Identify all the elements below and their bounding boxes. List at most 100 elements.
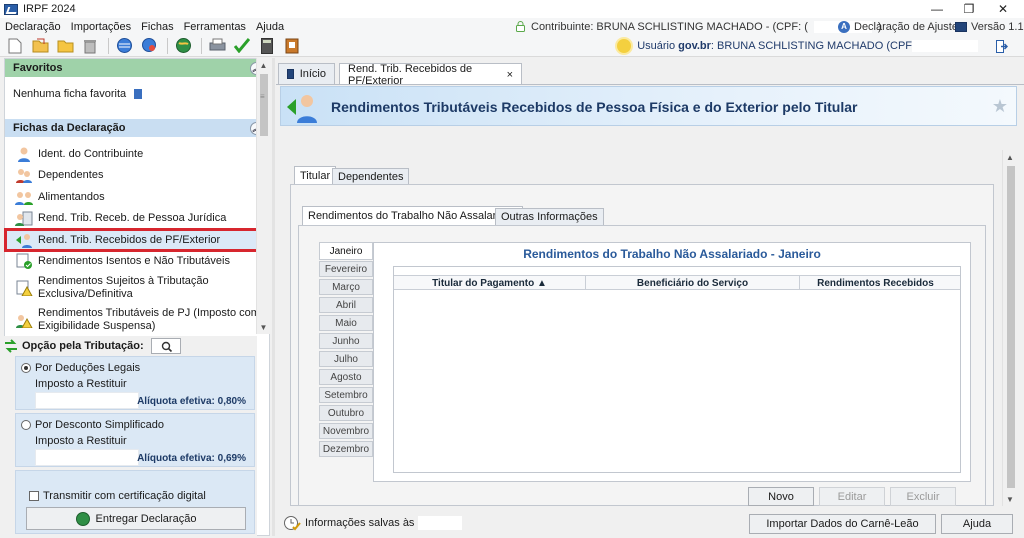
simplificado-radio-row[interactable]: Por Desconto Simplificado xyxy=(21,419,164,431)
minimize-button[interactable]: — xyxy=(920,0,954,18)
monitor-icon xyxy=(287,69,294,79)
scroll-down-icon[interactable]: ▼ xyxy=(257,320,270,334)
simplificado-radio[interactable] xyxy=(21,420,31,431)
month-marco[interactable]: Março xyxy=(319,279,373,295)
ficha-tributacao-exclusiva[interactable]: Rendimentos Sujeitos à Tributação Exclusi… xyxy=(5,272,269,304)
ficha-rend-pf-exterior[interactable]: Rend. Trib. Recebidos de PF/Exterior xyxy=(4,228,270,252)
favoritos-title: Favoritos xyxy=(13,62,63,74)
month-dezembro[interactable]: Dezembro xyxy=(319,441,373,457)
col-rendimentos[interactable]: Rendimentos Recebidos xyxy=(800,276,952,290)
usuario-name: : BRUNA SCHLISTING MACHADO (CPF xyxy=(710,40,912,52)
month-abril[interactable]: Abril xyxy=(319,297,373,313)
star-icon[interactable]: ★ xyxy=(992,96,1008,117)
page-title: Rendimentos Tributáveis Recebidos de Pes… xyxy=(331,99,858,115)
table-header: Titular do Pagamento ▲ Beneficiário do S… xyxy=(394,275,952,290)
ajuda-button[interactable]: Ajuda xyxy=(941,514,1013,534)
close-button[interactable]: ✕ xyxy=(986,0,1020,18)
month-setembro[interactable]: Setembro xyxy=(319,387,373,403)
versao-info[interactable]: Versão 1.1 xyxy=(955,18,1024,35)
dependents-icon xyxy=(16,169,32,184)
calculator-icon[interactable] xyxy=(256,36,278,56)
scroll-down-icon[interactable]: ▼ xyxy=(1003,492,1017,506)
tab-trabalho-nao-assalariado[interactable]: Rendimentos do Trabalho Não Assalariado xyxy=(302,206,524,225)
menu-importacoes[interactable]: Importações xyxy=(66,21,137,33)
logout-icon[interactable] xyxy=(996,39,1009,53)
globe-search-icon[interactable] xyxy=(138,36,160,56)
novo-button[interactable]: Novo xyxy=(748,487,814,506)
tab-rend-pf[interactable]: Rend. Trib. Recebidos de PF/Exterior × xyxy=(339,63,522,87)
ficha-alimentandos[interactable]: Alimentandos xyxy=(5,186,269,208)
clock-check-icon xyxy=(284,516,301,531)
maximize-button[interactable]: ❐ xyxy=(952,0,986,18)
tab-inicio[interactable]: Início xyxy=(278,63,335,84)
govbr-brand: gov.br xyxy=(678,40,711,52)
month-agosto[interactable]: Agosto xyxy=(319,369,373,385)
month-junho[interactable]: Junho xyxy=(319,333,373,349)
importar-carne-leao-button[interactable]: Importar Dados do Carnê-Leão xyxy=(749,514,936,534)
month-fevereiro[interactable]: Fevereiro xyxy=(319,261,373,277)
content-scrollbar[interactable]: ▲ ▼ xyxy=(1002,150,1017,506)
deducoes-legais-box[interactable]: Por Deduções Legais Imposto a Restituir … xyxy=(15,356,255,410)
tab-titular[interactable]: Titular xyxy=(294,166,337,184)
col-titular-pagamento[interactable]: Titular do Pagamento ▲ xyxy=(394,276,586,290)
menu-declaracao[interactable]: Declaração xyxy=(0,21,66,33)
fichas-header[interactable]: Fichas da Declaração ︽ xyxy=(5,119,269,137)
menu-ferramentas[interactable]: Ferramentas xyxy=(179,21,251,33)
splitter-grip: ≡ xyxy=(260,92,265,101)
rend-pf-icon xyxy=(287,95,317,123)
lock-icon xyxy=(516,21,525,32)
deducoes-radio[interactable] xyxy=(21,363,31,374)
search-button[interactable] xyxy=(150,338,181,354)
tab-outras-informacoes[interactable]: Outras Informações xyxy=(495,208,604,225)
scroll-up-icon[interactable]: ▲ xyxy=(257,58,270,72)
ficha-rend-pj[interactable]: Rend. Trib. Receb. de Pessoa Jurídica xyxy=(5,208,269,230)
scroll-thumb[interactable] xyxy=(1007,166,1015,488)
tab-close-icon[interactable]: × xyxy=(507,69,513,81)
globe-sync-icon[interactable] xyxy=(113,36,135,56)
ficha-exigibilidade-suspensa[interactable]: Rendimentos Tributáveis de PJ (Imposto c… xyxy=(5,304,269,336)
col-beneficiario[interactable]: Beneficiário do Serviço xyxy=(586,276,800,290)
folder-icon[interactable] xyxy=(54,36,76,56)
globe-transmit-icon xyxy=(75,511,90,526)
app-icon xyxy=(4,3,18,15)
globe-transmit-icon[interactable] xyxy=(172,36,194,56)
certificado-checkbox[interactable] xyxy=(29,491,39,501)
menu-ajuda[interactable]: Ajuda xyxy=(251,21,289,33)
certificado-row[interactable]: Transmitir com certificação digital xyxy=(29,490,206,502)
tributacao-header: Opção pela Tributação: xyxy=(4,338,181,354)
trash-icon[interactable] xyxy=(79,36,101,56)
book-icon[interactable] xyxy=(281,36,303,56)
check-icon[interactable] xyxy=(231,36,253,56)
desconto-simplificado-box[interactable]: Por Desconto Simplificado Imposto a Rest… xyxy=(15,413,255,467)
splitter[interactable] xyxy=(272,58,275,536)
deducoes-value-field xyxy=(35,392,139,409)
editar-button[interactable]: Editar xyxy=(819,487,885,506)
excluir-button[interactable]: Excluir xyxy=(890,487,956,506)
favoritos-header[interactable]: Favoritos ︽ xyxy=(5,59,269,77)
open-document-icon[interactable] xyxy=(29,36,51,56)
new-document-icon[interactable] xyxy=(4,36,26,56)
entregar-button[interactable]: Entregar Declaração xyxy=(26,507,246,530)
ficha-dependentes[interactable]: Dependentes xyxy=(5,165,269,187)
ficha-label: Ident. do Contribuinte xyxy=(38,147,144,160)
month-maio[interactable]: Maio xyxy=(319,315,373,331)
simplificado-aliquota: Alíquota efetiva: 0,69% xyxy=(137,453,246,464)
month-janeiro[interactable]: Janeiro xyxy=(319,242,373,260)
tab-underline xyxy=(276,84,1024,85)
status-info: Informações salvas às xyxy=(305,517,415,529)
month-julho[interactable]: Julho xyxy=(319,351,373,367)
month-outubro[interactable]: Outubro xyxy=(319,405,373,421)
menu-fichas[interactable]: Fichas xyxy=(136,21,178,33)
ficha-ident-contribuinte[interactable]: Ident. do Contribuinte xyxy=(5,143,269,165)
declaracao-ajuste[interactable]: A Declaração de Ajuste xyxy=(838,18,958,35)
month-panel: Rendimentos do Trabalho Não Assalariado … xyxy=(373,242,971,482)
month-novembro[interactable]: Novembro xyxy=(319,423,373,439)
ficha-label: Alimentandos xyxy=(38,190,105,203)
tab-dependentes[interactable]: Dependentes xyxy=(332,168,410,184)
scroll-up-icon[interactable]: ▲ xyxy=(1003,150,1017,164)
time-redacted xyxy=(418,516,463,530)
print-icon[interactable] xyxy=(206,36,228,56)
ficha-isentos[interactable]: Rendimentos Isentos e Não Tributáveis xyxy=(5,251,269,273)
deducoes-radio-row[interactable]: Por Deduções Legais xyxy=(21,362,140,374)
scroll-thumb[interactable] xyxy=(260,74,268,136)
